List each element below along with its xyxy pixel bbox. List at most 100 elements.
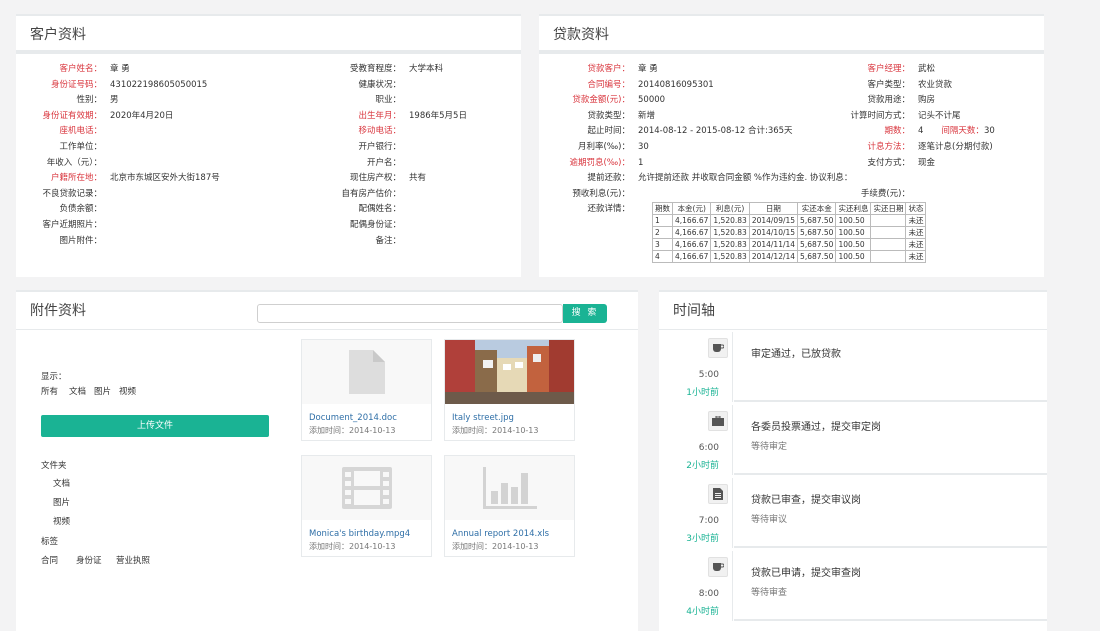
timeline-time: 7:00 xyxy=(698,516,719,526)
field-label: 贷款客户： xyxy=(587,64,630,74)
field-label: 期数： xyxy=(884,126,910,137)
field-label: 自有房产估价： xyxy=(341,188,401,199)
file-name[interactable]: Annual report 2014.xls xyxy=(452,529,549,539)
table-cell: 1,520.83 xyxy=(710,238,750,251)
file-card-photo[interactable]: Italy street.jpg 添加时间：2014-10-13 xyxy=(444,339,575,441)
field-label: 出生年月： xyxy=(358,110,401,121)
file-card-spreadsheet[interactable]: Annual report 2014.xls 添加时间：2014-10-13 xyxy=(444,455,575,557)
field-label: 图片附件： xyxy=(59,235,102,246)
table-cell: 未还 xyxy=(905,238,927,251)
tag-contract[interactable]: 合同 xyxy=(41,554,58,566)
field-label: 手续费(元)： xyxy=(860,188,910,199)
field-label: 开户银行： xyxy=(358,142,401,152)
timeline-subtitle: 等待审定 xyxy=(751,442,788,452)
info-row: 健康状况： xyxy=(316,78,409,93)
filter-all[interactable]: 所有 xyxy=(41,385,58,397)
table-cell: 4,166.67 xyxy=(671,250,712,263)
field-label: 支付方式： xyxy=(867,157,910,168)
info-row: 自有房产估价： xyxy=(316,187,409,202)
customer-panel: 客户资料 客户姓名： 章 勇身份证号码： 431022198605050015 性别：… xyxy=(16,14,521,277)
info-row: 客户姓名： 章 勇 xyxy=(16,62,129,77)
file-date: 添加时间：2014-10-13 xyxy=(452,426,539,435)
timeline-panel-title: 时间轴 xyxy=(659,292,1047,330)
filter-videos[interactable]: 视频 xyxy=(119,385,136,397)
table-cell: 未还 xyxy=(905,214,927,227)
file-card-document[interactable]: Document_2014.doc 添加时间：2014-10-13 xyxy=(301,339,432,441)
file-name[interactable]: Italy street.jpg xyxy=(452,413,514,423)
table-row: 3 4,166.67 1,520.83 2014/11/14 5,687.50 100.5… xyxy=(652,238,927,251)
info-row: 客户类型： 农业贷款 xyxy=(809,78,952,93)
field-value: 20140816095301 xyxy=(638,79,714,90)
field-label: 提前还款： xyxy=(587,173,630,184)
field-value: 30 xyxy=(638,142,649,152)
field-label: 现住房产权： xyxy=(349,173,401,184)
table-cell: 4 xyxy=(652,250,673,263)
field-value: 男 xyxy=(110,95,119,106)
table-header-cell: 实还利息 xyxy=(835,202,872,215)
field-label: 受教育程度： xyxy=(349,64,401,74)
tag-id-card[interactable]: 身份证 xyxy=(76,554,102,566)
search-input[interactable] xyxy=(257,304,563,323)
table-row: 2 4,166.67 1,520.83 2014/10/15 5,687.50 100.5… xyxy=(652,226,927,239)
file-name[interactable]: Document_2014.doc xyxy=(309,413,397,423)
field-label: 月利率(‰)： xyxy=(577,142,630,152)
field-label: 配偶姓名： xyxy=(358,204,401,215)
info-row: 年收入（元）： xyxy=(16,156,110,171)
file-date: 添加时间：2014-10-13 xyxy=(452,542,539,551)
table-cell: 1,520.83 xyxy=(710,226,750,239)
file-card-video[interactable]: Monica's birthday.mpg4 添加时间：2014-10-13 xyxy=(301,455,432,557)
field-value: 1986年5月5日 xyxy=(409,110,467,121)
info-row: 性别： 男 xyxy=(16,93,119,108)
timeline-ago: 3小时前 xyxy=(686,534,719,544)
field-label: 计息方法： xyxy=(867,142,910,152)
info-row: 计算时间方式： 记头不计尾 xyxy=(809,109,960,124)
field-value: 30 xyxy=(983,126,995,137)
field-label: 客户近期照片： xyxy=(42,220,102,230)
info-row: 开户名： xyxy=(316,156,409,171)
table-header-cell: 本金(元) xyxy=(671,202,712,215)
field-label: 移动电话： xyxy=(358,126,401,137)
info-row: 配偶身份证： xyxy=(316,218,409,233)
field-label: 客户经理： xyxy=(867,64,910,74)
folder-videos[interactable]: 视频 xyxy=(53,515,70,527)
field-value: 武松 xyxy=(918,64,936,74)
info-row: 贷款用途： 购房 xyxy=(809,93,935,108)
field-value: 50000 xyxy=(638,95,666,106)
info-row: 计息方法： 逐笔计息(分期付款) xyxy=(809,140,992,155)
table-header-cell: 实还日期 xyxy=(870,202,907,215)
field-label: 健康状况： xyxy=(358,79,401,90)
info-row: 贷款金额(元)： 50000 xyxy=(539,93,665,108)
timeline-title: 各委员投票通过，提交审定岗 xyxy=(751,422,881,433)
info-row: 手续费(元)： xyxy=(809,187,918,202)
info-row: 负债余额： xyxy=(16,202,110,217)
info-row: 职业： xyxy=(316,93,409,108)
field-label: 逾期罚息(‰)： xyxy=(569,157,630,168)
upload-file-button[interactable]: 上传文件 xyxy=(41,415,269,437)
timeline-time: 8:00 xyxy=(698,589,719,599)
table-cell: 1,520.83 xyxy=(710,250,750,263)
table-cell: 100.50 xyxy=(835,238,872,251)
folder-images[interactable]: 图片 xyxy=(53,496,70,508)
table-cell: 2014/10/15 xyxy=(748,226,799,239)
filter-documents[interactable]: 文档 xyxy=(69,385,86,397)
field-label: 不良贷款记录： xyxy=(42,188,102,199)
timeline-subtitle: 等待审查 xyxy=(751,588,788,598)
film-icon xyxy=(302,456,431,520)
field-label: 职业： xyxy=(375,95,401,106)
timeline-ago: 1小时前 xyxy=(686,388,719,398)
field-label: 配偶身份证： xyxy=(349,220,401,230)
timeline-content: 各委员投票通过，提交审定岗 等待审定 xyxy=(734,405,1047,475)
filter-images[interactable]: 图片 xyxy=(94,385,111,397)
search-button[interactable]: 搜 索 xyxy=(563,304,607,323)
field-label: 身份证有效期： xyxy=(42,110,102,121)
tag-business-license[interactable]: 营业执照 xyxy=(116,554,150,566)
file-name[interactable]: Monica's birthday.mpg4 xyxy=(309,529,410,539)
info-row: 出生年月： 1986年5月5日 xyxy=(316,109,467,124)
field-label: 座机电话： xyxy=(59,126,102,137)
info-row: 受教育程度： 大学本科 xyxy=(316,62,443,77)
field-value: 共有 xyxy=(409,173,427,184)
repayment-table: 期数 本金(元) 利息(元) 日期 实还本金 实还利息 实还日期 状态 1 4,166.67 1,5… xyxy=(652,202,927,263)
table-header-cell: 利息(元) xyxy=(710,202,750,215)
folder-documents[interactable]: 文档 xyxy=(53,477,70,489)
info-row: 提前还款： 允许提前还款 并收取合同金额 %作为违约金. 协议利息： xyxy=(539,171,852,186)
